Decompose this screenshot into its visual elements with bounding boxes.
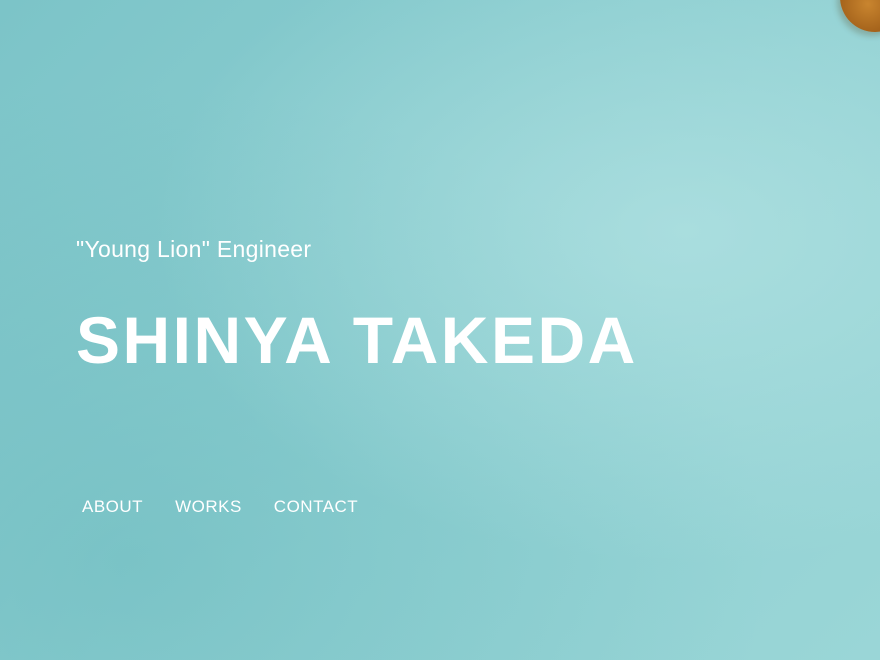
nav-link-works[interactable]: WORKS	[175, 497, 242, 517]
site-title-name: SHINYA TAKEDA	[76, 303, 638, 377]
nav-link-about[interactable]: ABOUT	[82, 497, 143, 517]
main-nav: ABOUT WORKS CONTACT	[82, 497, 358, 517]
tagline: "Young Lion" Engineer	[76, 236, 312, 262]
hero-background: "Young Lion" Engineer SHINYA TAKEDA ABOU…	[0, 0, 880, 660]
nav-link-contact[interactable]: CONTACT	[274, 497, 358, 517]
corner-decorative-object	[840, 0, 880, 32]
